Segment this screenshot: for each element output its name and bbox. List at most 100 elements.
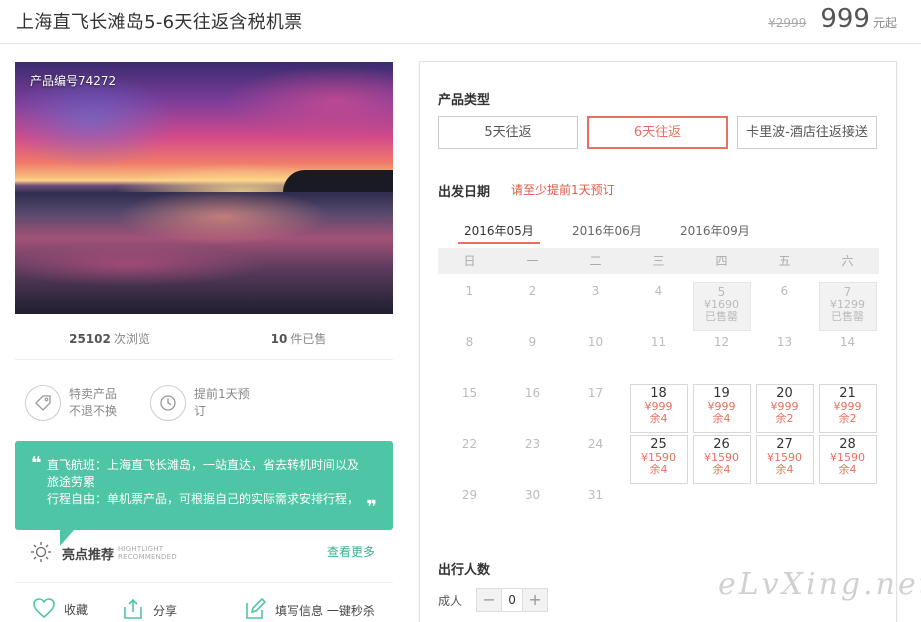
open-quote-icon: ❝: [31, 453, 42, 474]
fill-info-label: 填写信息 一键秒杀: [275, 604, 375, 618]
calendar-day: 6: [756, 282, 814, 331]
day-number: 22: [461, 437, 478, 451]
day-number: 7: [843, 285, 852, 299]
calendar-day[interactable]: 27 ¥1590 余4: [755, 435, 814, 484]
tab-month-2016-06[interactable]: 2016年06月: [572, 222, 642, 239]
calendar-week: 22 23 24 25 ¥1590 余4 26 ¥1590 余4 27 ¥1590 余4 28 ¥1590…: [438, 427, 879, 484]
calendar-day: 30: [504, 486, 562, 535]
product-type-title: 产品类型: [438, 93, 491, 108]
feature-line: 订: [194, 404, 207, 418]
calendar-day: 4: [630, 282, 688, 331]
calendar-week: 29 30 31: [438, 478, 879, 529]
day-number: 13: [776, 335, 793, 349]
calendar-day[interactable]: 19 ¥999 余4: [692, 384, 751, 433]
calendar-day[interactable]: 26 ¥1590 余4: [692, 435, 751, 484]
calendar-day: 31: [567, 486, 625, 535]
day-number: 4: [654, 284, 663, 298]
tab-month-2016-05[interactable]: 2016年05月: [458, 222, 540, 244]
highlight-promo-box: ❝ 直飞航班：上海直飞长滩岛，一站直达，省去转机时间以及 旅途劳累 行程自由：单…: [15, 441, 393, 530]
day-number: 26: [713, 437, 730, 452]
highlight-en-line: HIGHTLIGHT: [118, 545, 164, 553]
departure-date-title: 出发日期: [438, 185, 491, 200]
day-number: 19: [713, 386, 730, 401]
sold-count: 10: [270, 332, 288, 346]
calendar-day: 1: [441, 282, 499, 331]
day-number: 17: [587, 386, 604, 400]
day-number: 3: [591, 284, 600, 298]
day-number: 15: [461, 386, 478, 400]
current-price: 999: [820, 4, 870, 34]
calendar-day[interactable]: 21 ¥999 余2: [818, 384, 877, 433]
favorite-label: 收藏: [64, 603, 89, 617]
feature-line: 不退不换: [69, 404, 118, 418]
promo-line: 行程自由：单机票产品，可根据自己的实际需求安排行程，: [47, 492, 360, 506]
day-number: 6: [780, 284, 789, 298]
adult-count-value[interactable]: 0: [501, 589, 524, 611]
day-number: 11: [650, 335, 667, 349]
calendar-day: 12: [693, 333, 751, 382]
type-option-6-days[interactable]: 6天往返: [587, 116, 728, 149]
calendar-day: 10: [567, 333, 625, 382]
day-number: 2: [528, 284, 537, 298]
calendar-day: 22: [441, 435, 499, 484]
day-number: 27: [776, 437, 793, 452]
calendar-week: 1 2 3 4 5 ¥1690 已售罄 6 7 ¥1299 已售罄: [438, 274, 879, 331]
product-photo[interactable]: 产品编号74272: [15, 62, 393, 314]
promo-line: 旅途劳累: [47, 475, 96, 489]
calendar-day[interactable]: 28 ¥1590 余4: [818, 435, 877, 484]
page-title: 上海直飞长滩岛5-6天往返含税机票: [16, 12, 303, 33]
calendar-day[interactable]: 20 ¥999 余2: [755, 384, 814, 433]
day-number: 18: [650, 386, 667, 401]
views-count: 25102: [69, 332, 111, 346]
price-block: ¥2999 999 元起: [768, 4, 897, 38]
day-number: 5: [717, 285, 726, 299]
type-option-hotel-transfer[interactable]: 卡里波-酒店往返接送: [737, 116, 877, 149]
weekday-label: 三: [652, 254, 665, 268]
share-button[interactable]: 分享: [121, 597, 177, 622]
decrement-button[interactable]: −: [477, 589, 502, 611]
remaining-seats: 余4: [775, 463, 794, 476]
day-number: 20: [776, 386, 793, 401]
action-bar: 收藏 分享 填写信息 一键秒杀: [15, 582, 393, 622]
calendar: 日一二三四五六 1 2 3 4 5 ¥1690 已售罄 6 7 ¥1299 已售罄 8 9 10 11 12 1…: [438, 248, 879, 529]
product-code: 产品编号74272: [30, 74, 117, 88]
weekday-label: 一: [526, 254, 539, 268]
type-option-5-days[interactable]: 5天往返: [438, 116, 578, 149]
sold-out-label: 已售罄: [831, 310, 864, 323]
increment-button[interactable]: +: [523, 589, 548, 611]
highlight-en-line: RECOMMENDED: [118, 553, 177, 561]
weekday-label: 二: [589, 254, 602, 268]
views-label: 次浏览: [113, 332, 150, 346]
fill-info-button[interactable]: 填写信息 一键秒杀: [243, 597, 375, 622]
highlight-header: 亮点推荐 HIGHTLIGHT RECOMMENDED: [30, 538, 177, 568]
calendar-day[interactable]: 25 ¥1590 余4: [629, 435, 688, 484]
calendar-day: 13: [756, 333, 814, 382]
highlight-title: 亮点推荐: [62, 547, 115, 563]
weekday-label: 五: [778, 254, 791, 268]
calendar-day: 23: [504, 435, 562, 484]
share-label: 分享: [153, 604, 178, 618]
calendar-day[interactable]: 18 ¥999 余4: [629, 384, 688, 433]
adult-count-row: 成人 − 0 +: [438, 588, 549, 612]
day-number: 30: [524, 488, 541, 502]
price-unit: 元起: [872, 16, 897, 30]
calendar-day: 17: [567, 384, 625, 433]
day-number: 29: [461, 488, 478, 502]
calendar-day: 29: [441, 486, 499, 535]
calendar-week: 8 9 10 11 12 13 14: [438, 325, 879, 376]
product-stats: 25102 次浏览 10 件已售: [15, 320, 393, 360]
tab-month-2016-09[interactable]: 2016年09月: [680, 222, 750, 239]
feature-advance-booking: 提前1天预 订: [150, 383, 250, 423]
weekday-label: 六: [841, 254, 854, 268]
remaining-seats: 余2: [775, 412, 794, 425]
sold-out-label: 已售罄: [705, 310, 738, 323]
day-number: 8: [465, 335, 474, 349]
favorite-button[interactable]: 收藏: [32, 597, 88, 622]
travelers-title: 出行人数: [438, 563, 491, 578]
original-price: ¥2999: [768, 16, 807, 30]
calendar-day: 14: [819, 333, 877, 382]
booking-panel: 产品类型 5天往返 6天往返 卡里波-酒店往返接送 出发日期 请至少提前1天预订…: [419, 61, 897, 622]
promo-line: 直飞航班：上海直飞长滩岛，一站直达，省去转机时间以及: [47, 458, 360, 472]
view-more-link[interactable]: 查看更多: [327, 543, 375, 560]
share-icon: [121, 597, 145, 622]
